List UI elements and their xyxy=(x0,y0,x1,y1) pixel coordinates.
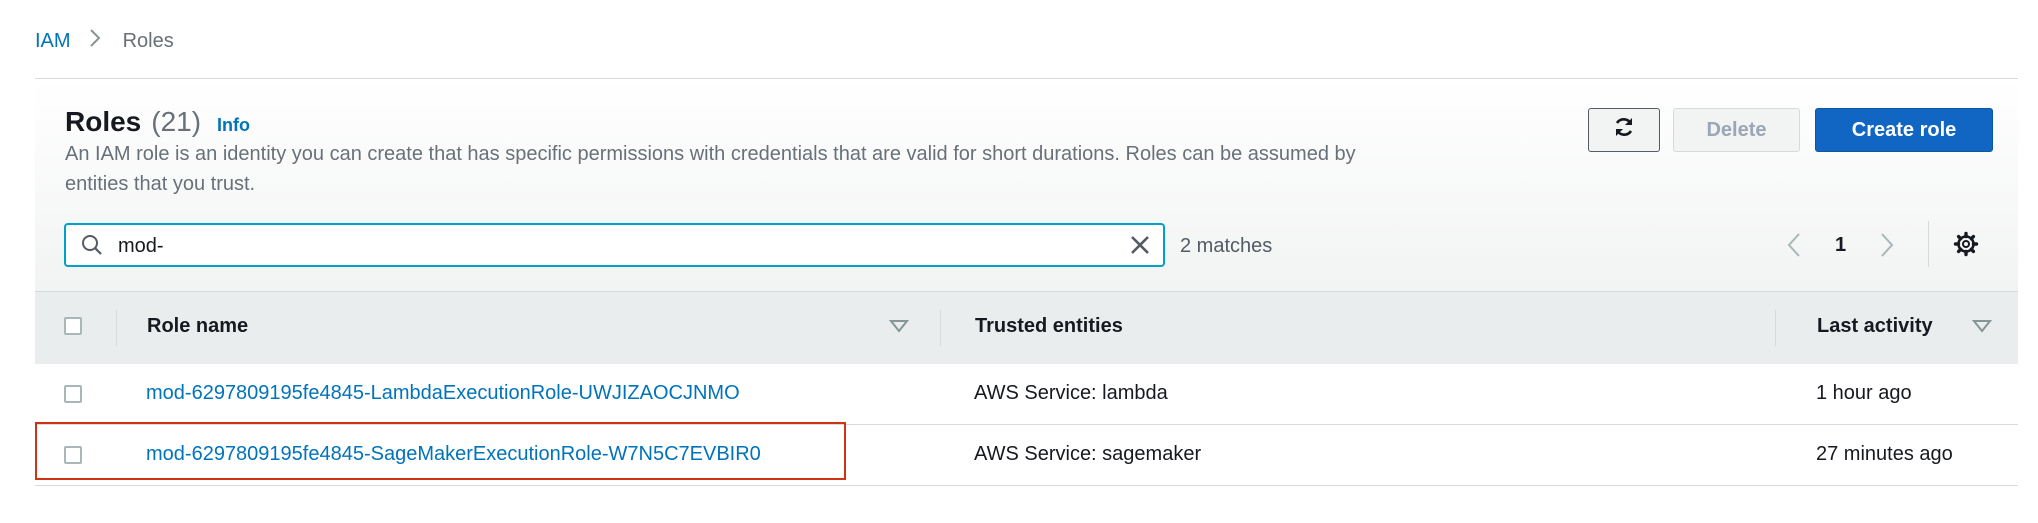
row-checkbox[interactable] xyxy=(64,385,82,403)
column-header-role-name[interactable]: Role name xyxy=(147,315,248,338)
search-value[interactable]: mod- xyxy=(118,235,164,258)
refresh-icon xyxy=(1612,115,1636,145)
page-description: An IAM role is an identity you can creat… xyxy=(65,143,1356,195)
breadcrumb-current: Roles xyxy=(122,29,174,52)
chevron-left-icon[interactable] xyxy=(1787,232,1801,263)
title-row: Roles (21) Info xyxy=(65,106,250,138)
current-page[interactable]: 1 xyxy=(1835,234,1846,257)
last-activity-cell: 27 minutes ago xyxy=(1816,443,1953,465)
create-role-button[interactable]: Create role xyxy=(1815,108,1993,152)
role-name-link[interactable]: mod-6297809195fe4845-SageMakerExecutionR… xyxy=(146,443,761,466)
breadcrumb-iam-link[interactable]: IAM xyxy=(35,30,71,53)
chevron-right-icon[interactable] xyxy=(1880,232,1894,263)
sort-caret-icon[interactable] xyxy=(888,319,910,338)
table-header: Role name Trusted entities Last activity xyxy=(35,291,2018,365)
column-header-trusted-entities[interactable]: Trusted entities xyxy=(975,315,1123,338)
table-row[interactable]: mod-6297809195fe4845-SageMakerExecutionR… xyxy=(35,425,2018,486)
column-divider xyxy=(940,310,941,346)
table-row[interactable]: mod-6297809195fe4845-LambdaExecutionRole… xyxy=(35,364,2018,425)
search-input[interactable]: mod- xyxy=(64,223,1165,267)
role-name-link[interactable]: mod-6297809195fe4845-LambdaExecutionRole… xyxy=(146,382,740,405)
pagination-divider xyxy=(1928,221,1929,267)
gear-icon[interactable] xyxy=(1953,231,1979,262)
select-all-checkbox[interactable] xyxy=(64,317,82,335)
close-icon[interactable] xyxy=(1129,234,1151,261)
trusted-entities-cell: AWS Service: lambda xyxy=(974,382,1168,404)
refresh-button[interactable] xyxy=(1588,108,1660,152)
page-title: Roles xyxy=(65,106,142,137)
info-link[interactable]: Info xyxy=(217,115,250,136)
delete-button[interactable]: Delete xyxy=(1673,108,1800,152)
column-divider xyxy=(116,310,117,346)
column-header-last-activity[interactable]: Last activity xyxy=(1817,315,1933,338)
breadcrumb: IAM Roles xyxy=(35,28,174,54)
match-count: 2 matches xyxy=(1180,235,1273,257)
chevron-right-icon xyxy=(89,28,101,54)
row-checkbox[interactable] xyxy=(64,446,82,464)
last-activity-cell: 1 hour ago xyxy=(1816,382,1912,404)
trusted-entities-cell: AWS Service: sagemaker xyxy=(974,443,1202,465)
roles-header-panel: Roles (21) Info An IAM role is an identi… xyxy=(35,79,2018,291)
search-icon xyxy=(81,234,103,261)
column-divider xyxy=(1775,310,1776,346)
roles-count: (21) xyxy=(151,106,202,137)
sort-caret-icon[interactable] xyxy=(1971,319,1993,338)
